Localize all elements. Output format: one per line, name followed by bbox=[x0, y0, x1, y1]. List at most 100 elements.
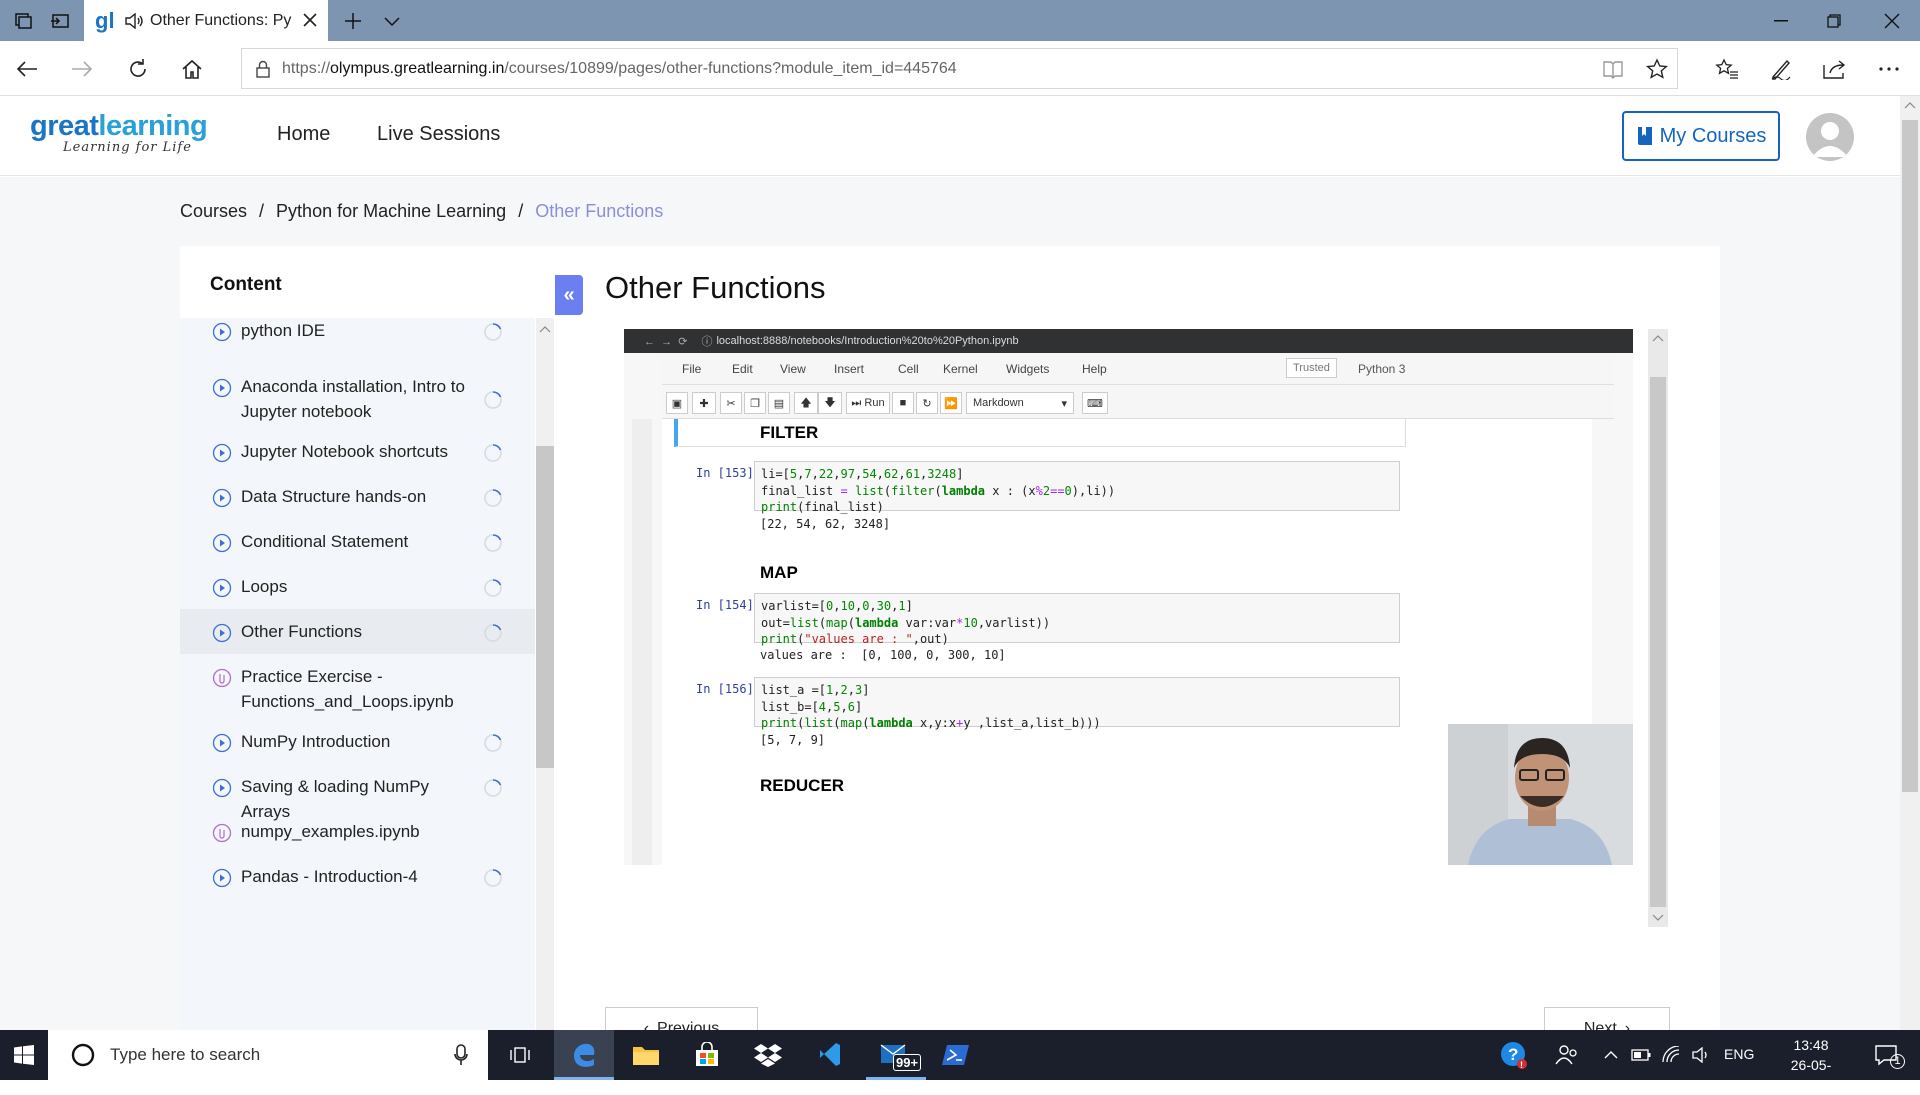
sidebar-item[interactable]: Saving & loading NumPy Arrays bbox=[180, 764, 535, 821]
sidebar-item-label: Data Structure hands-on bbox=[241, 487, 427, 506]
sidebar-item[interactable]: Conditional Statement bbox=[180, 519, 535, 564]
jupyter-menu-widgets: Widgets bbox=[1006, 362, 1050, 376]
dropbox-icon[interactable] bbox=[738, 1030, 798, 1080]
page-scroll-up-icon[interactable] bbox=[1904, 101, 1916, 109]
browser-tab[interactable]: gl Other Functions: Py bbox=[84, 0, 328, 41]
windows-start-icon[interactable] bbox=[0, 1030, 48, 1080]
close-window-icon[interactable] bbox=[1864, 0, 1920, 41]
tab-preview-icon[interactable] bbox=[36, 0, 84, 41]
help-icon[interactable]: ?! bbox=[1484, 1030, 1544, 1080]
microphone-icon[interactable] bbox=[454, 1044, 468, 1066]
tray-chevron-icon[interactable] bbox=[1596, 1030, 1626, 1080]
address-bar[interactable]: https://olympus.greatlearning.in/courses… bbox=[241, 48, 1678, 89]
restore-icon[interactable] bbox=[1806, 0, 1862, 41]
jupyter-fast-forward-icon: ⏩ bbox=[940, 392, 962, 414]
sidebar-item[interactable]: python IDE bbox=[180, 318, 535, 353]
sidebar-item[interactable]: Anaconda installation, Intro to Jupyter … bbox=[180, 364, 535, 424]
edge-app-icon[interactable] bbox=[554, 1030, 614, 1080]
mail-badge: 99+ bbox=[893, 1054, 922, 1071]
close-tab-icon[interactable] bbox=[300, 10, 320, 30]
wifi-icon[interactable] bbox=[1656, 1030, 1686, 1080]
nav-home[interactable]: Home bbox=[277, 123, 330, 146]
greatlearning-favicon-icon: gl bbox=[95, 9, 115, 33]
video-player[interactable]: ← → ⟳ ⓘ localhost:8888/notebooks/Introdu… bbox=[624, 329, 1633, 865]
sidebar-item[interactable]: Practice Exercise - Functions_and_Loops.… bbox=[180, 654, 535, 719]
speaker-icon[interactable] bbox=[124, 12, 144, 29]
people-icon[interactable] bbox=[1538, 1030, 1596, 1080]
breadcrumb-separator: / bbox=[259, 201, 265, 221]
jupyter-menubar: File Edit View Insert Cell Kernel Widget… bbox=[662, 353, 1614, 385]
task-view-icon[interactable] bbox=[490, 1030, 550, 1080]
jupyter-menu-edit: Edit bbox=[732, 362, 753, 376]
reading-view-icon[interactable] bbox=[1602, 59, 1624, 79]
output-154: values are : [0, 100, 0, 300, 10] bbox=[760, 648, 1006, 662]
jupyter-cut-icon: ✂ bbox=[720, 392, 742, 414]
sidebar-item[interactable]: Loops bbox=[180, 564, 535, 609]
sidebar-item[interactable]: Jupyter Notebook shortcuts bbox=[180, 429, 535, 474]
store-icon[interactable] bbox=[677, 1030, 737, 1080]
avatar[interactable] bbox=[1806, 113, 1854, 161]
clock[interactable]: 13:48 26-05-2020 bbox=[1776, 1035, 1846, 1095]
powershell-icon[interactable] bbox=[926, 1030, 986, 1080]
jupyter-menu-help: Help bbox=[1082, 362, 1107, 376]
play-video-icon bbox=[212, 443, 232, 463]
breadcrumb-course[interactable]: Python for Machine Learning bbox=[276, 201, 506, 222]
embed-scroll-down-icon[interactable] bbox=[1652, 914, 1664, 922]
language-indicator[interactable]: ENG bbox=[1724, 1046, 1754, 1062]
play-video-icon bbox=[212, 488, 232, 508]
play-video-icon bbox=[212, 868, 232, 888]
jupyter-restart-icon: ↻ bbox=[916, 392, 938, 414]
favorites-list-icon[interactable] bbox=[1700, 41, 1754, 96]
heading-map: MAP bbox=[760, 563, 798, 582]
share-icon[interactable] bbox=[1808, 41, 1862, 96]
browser-navbar: https://olympus.greatlearning.in/courses… bbox=[0, 41, 1920, 96]
sidebar-scroll-thumb[interactable] bbox=[536, 446, 554, 768]
sidebar-item-label: python IDE bbox=[241, 321, 326, 340]
back-icon[interactable] bbox=[0, 41, 54, 96]
collapse-sidebar-button[interactable]: « bbox=[555, 275, 583, 315]
prompt-153: In [153]: bbox=[696, 466, 762, 480]
breadcrumb-courses[interactable]: Courses bbox=[180, 201, 247, 222]
greatlearning-logo[interactable]: greatlearning Learning for Life bbox=[30, 112, 208, 156]
more-menu-icon[interactable] bbox=[1862, 41, 1916, 96]
jupyter-menu-view: View bbox=[780, 362, 806, 376]
my-courses-button[interactable]: My Courses bbox=[1622, 111, 1780, 161]
prompt-156: In [156]: bbox=[696, 682, 762, 696]
favorite-star-icon[interactable] bbox=[1646, 58, 1668, 80]
embed-scroll-thumb[interactable] bbox=[1650, 377, 1666, 907]
nav-live-sessions[interactable]: Live Sessions bbox=[377, 123, 500, 146]
pen-notes-icon[interactable] bbox=[1754, 41, 1808, 96]
embed-scroll-up-icon[interactable] bbox=[1652, 334, 1664, 342]
sidebar-item[interactable]: NumPy Introduction bbox=[180, 719, 535, 764]
battery-icon[interactable] bbox=[1626, 1030, 1656, 1080]
output-156: [5, 7, 9] bbox=[760, 733, 826, 747]
output-153: [22, 54, 62, 3248] bbox=[760, 517, 891, 531]
tab-list-chevron-icon[interactable] bbox=[368, 0, 416, 41]
sidebar-item[interactable]: numpy_examples.ipynb bbox=[180, 809, 535, 854]
forward-icon[interactable] bbox=[55, 41, 109, 96]
video-browser-bar: ← → ⟳ ⓘ localhost:8888/notebooks/Introdu… bbox=[624, 329, 1633, 353]
file-explorer-icon[interactable] bbox=[616, 1030, 676, 1080]
page-scroll-thumb[interactable] bbox=[1902, 120, 1918, 792]
heading-reducer: REDUCER bbox=[760, 776, 845, 795]
attachment-icon bbox=[212, 823, 232, 843]
progress-ring-icon bbox=[484, 624, 502, 642]
volume-icon[interactable] bbox=[1686, 1030, 1716, 1080]
home-icon[interactable] bbox=[165, 41, 219, 96]
minimize-icon[interactable] bbox=[1753, 0, 1809, 41]
sidebar-item[interactable]: Pandas - Introduction-4 bbox=[180, 854, 535, 899]
refresh-icon[interactable] bbox=[111, 41, 165, 96]
progress-ring-icon bbox=[484, 779, 502, 797]
code-cell-153: li=[5,7,22,97,54,62,61,3248] final_list … bbox=[754, 461, 1400, 514]
vscode-icon[interactable] bbox=[800, 1030, 860, 1080]
book-icon bbox=[1637, 127, 1652, 145]
sidebar-item-label: Other Functions bbox=[241, 622, 362, 641]
jupyter-kernel-name: Python 3 bbox=[1358, 362, 1406, 376]
taskbar-search[interactable]: Type here to search bbox=[48, 1030, 488, 1080]
mail-icon[interactable]: 99+ bbox=[866, 1030, 926, 1080]
sidebar-item[interactable]: Other Functions bbox=[180, 609, 535, 654]
sidebar-item[interactable]: Data Structure hands-on bbox=[180, 474, 535, 519]
notifications-icon[interactable]: 1 bbox=[1862, 1030, 1910, 1080]
play-video-icon bbox=[212, 623, 232, 643]
sidebar-scroll-up-icon[interactable] bbox=[539, 325, 551, 333]
